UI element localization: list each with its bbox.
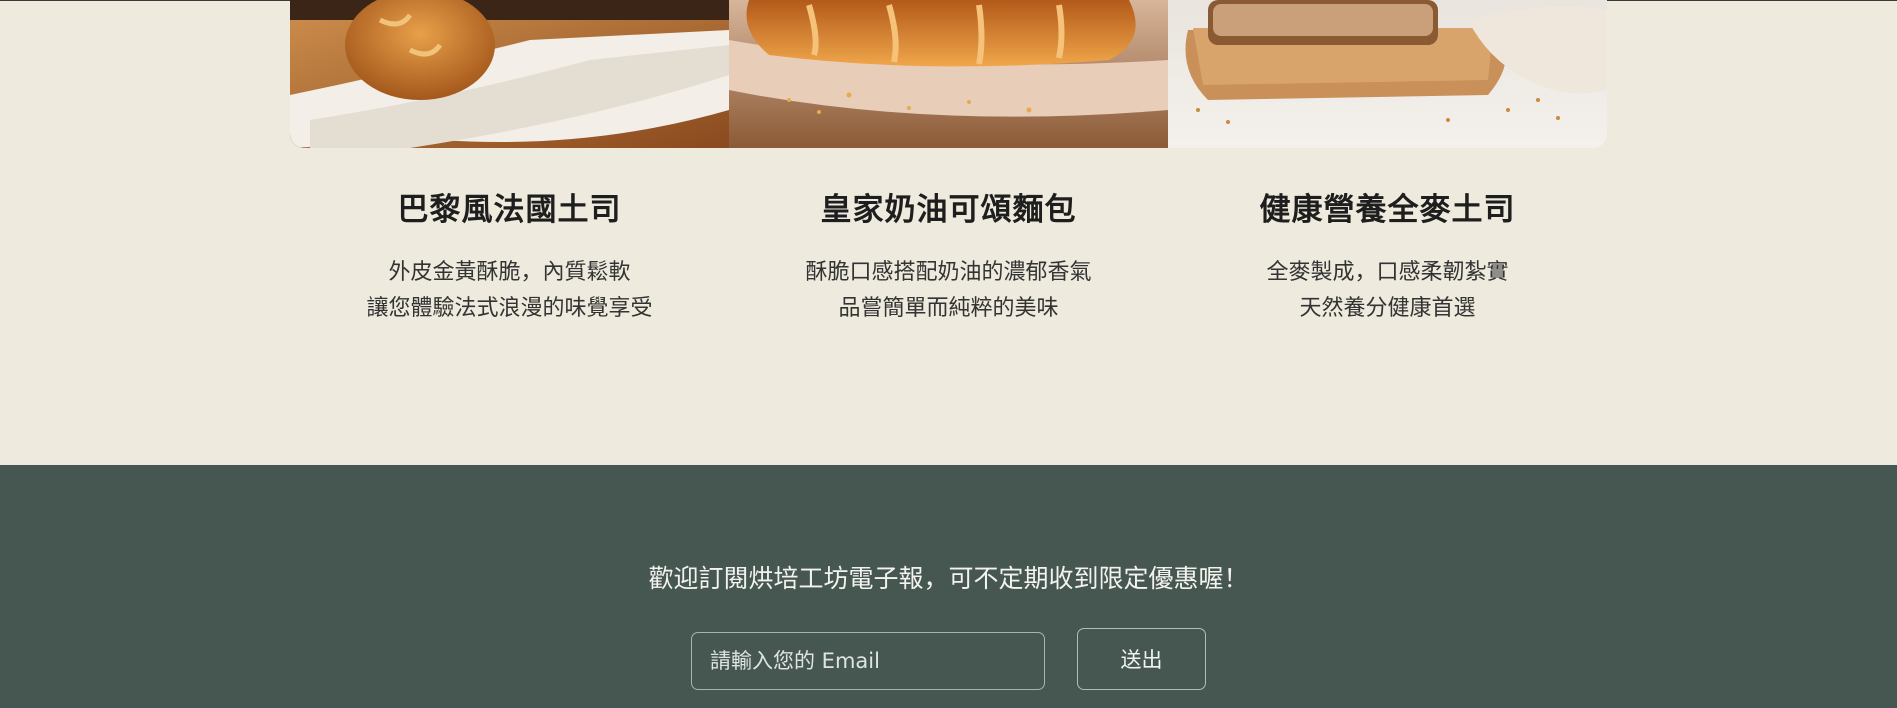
product-title: 巴黎風法國土司	[397, 192, 622, 228]
product-description: 酥脆口感搭配奶油的濃郁香氣 品嘗簡單而純粹的美味	[805, 260, 1092, 321]
croissant-photo	[729, 0, 1168, 148]
product-card-croissant[interactable]: 皇家奶油可頌麵包 酥脆口感搭配奶油的濃郁香氣 品嘗簡單而純粹的美味	[729, 0, 1168, 465]
whole-wheat-photo	[1168, 0, 1607, 148]
product-title: 健康營養全麥土司	[1259, 192, 1516, 228]
baguette-photo	[290, 0, 729, 148]
email-input[interactable]	[691, 632, 1045, 690]
product-list: 巴黎風法國土司 外皮金黃酥脆，內質鬆軟 讓您體驗法式浪漫的味覺享受 皇家奶油可頌…	[290, 0, 1608, 465]
product-card-baguette[interactable]: 巴黎風法國土司 外皮金黃酥脆，內質鬆軟 讓您體驗法式浪漫的味覺享受	[290, 0, 729, 465]
submit-button[interactable]: 送出	[1077, 628, 1206, 690]
product-description: 全麥製成，口感柔韌紮實 天然養分健康首選	[1266, 260, 1509, 321]
newsletter-headline: 歡迎訂閱烘培工坊電子報，可不定期收到限定優惠喔！	[648, 564, 1249, 593]
product-description: 外皮金黃酥脆，內質鬆軟 讓您體驗法式浪漫的味覺享受	[366, 260, 653, 321]
newsletter-section: 歡迎訂閱烘培工坊電子報，可不定期收到限定優惠喔！ 送出	[0, 465, 1897, 708]
product-card-whole-wheat[interactable]: 健康營養全麥土司 全麥製成，口感柔韌紮實 天然養分健康首選	[1168, 0, 1607, 465]
product-title: 皇家奶油可頌麵包	[820, 192, 1077, 228]
